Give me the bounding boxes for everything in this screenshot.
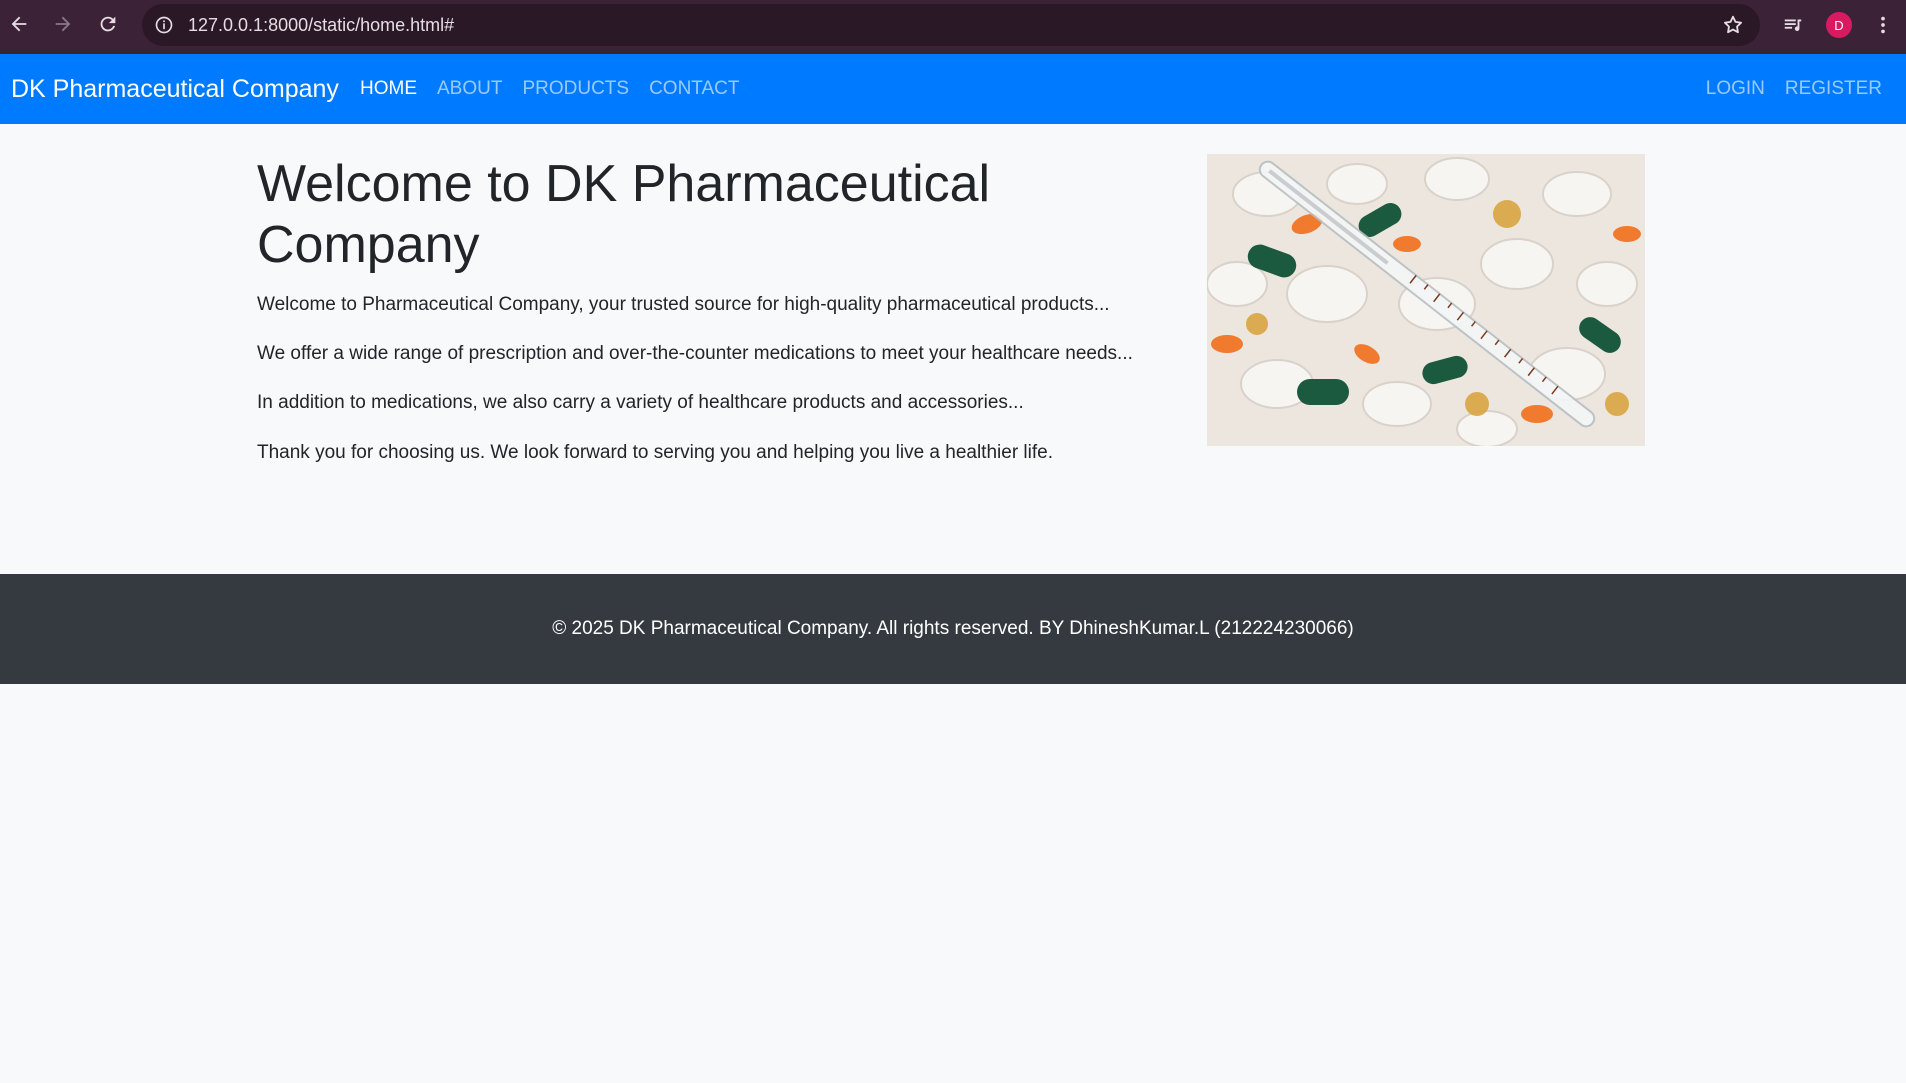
site-footer: © 2025 DK Pharmaceutical Company. All ri… [0,574,1906,684]
reload-icon[interactable] [94,10,122,38]
nav-home[interactable]: HOME [360,78,417,100]
footer-copyright: © 2025 DK Pharmaceutical Company. All ri… [552,618,1354,639]
pills-and-thermometer-image [1207,154,1645,446]
nav-about[interactable]: ABOUT [437,78,502,100]
url-text[interactable]: 127.0.0.1:8000/static/home.html# [188,4,454,46]
thanks-paragraph: Thank you for choosing us. We look forwa… [257,441,1053,463]
browser-toolbar: 127.0.0.1:8000/static/home.html# D [0,0,1906,54]
products-paragraph: In addition to medications, we also carr… [257,392,1024,414]
back-icon[interactable] [5,10,33,38]
page-title: Welcome to DK Pharmaceutical Company [257,155,991,274]
nav-login[interactable]: LOGIN [1706,78,1765,100]
nav-register[interactable]: REGISTER [1785,78,1882,100]
profile-avatar[interactable]: D [1826,12,1852,38]
nav-products[interactable]: PRODUCTS [522,78,629,100]
media-queue-icon[interactable] [1780,12,1806,38]
main-content: Welcome to DK Pharmaceutical Company Wel… [257,154,1157,487]
site-info-icon[interactable] [152,13,176,37]
forward-icon[interactable] [49,10,77,38]
bookmark-star-icon[interactable] [1722,14,1744,36]
site-navbar: DK Pharmaceutical Company HOME ABOUT PRO… [0,54,1906,124]
navbar-brand[interactable]: DK Pharmaceutical Company [11,54,339,124]
offer-paragraph: We offer a wide range of prescription an… [257,343,1133,365]
intro-paragraph: Welcome to Pharmaceutical Company, your … [257,293,1110,315]
nav-links: HOME ABOUT PRODUCTS CONTACT [360,54,740,124]
address-bar[interactable]: 127.0.0.1:8000/static/home.html# [142,4,1760,46]
nav-auth-links: LOGIN REGISTER [1706,54,1882,124]
more-vert-icon[interactable] [1870,12,1896,38]
nav-contact[interactable]: CONTACT [649,78,739,100]
